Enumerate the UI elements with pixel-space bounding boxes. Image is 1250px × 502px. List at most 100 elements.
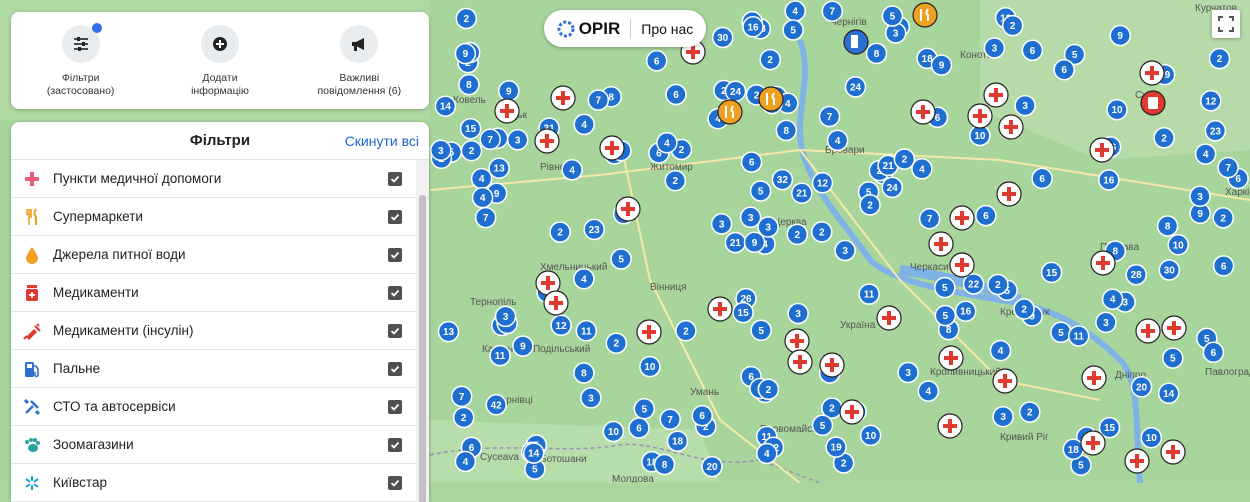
- cluster-marker[interactable]: 11: [489, 344, 511, 367]
- filter-checkbox[interactable]: [388, 361, 402, 376]
- cluster-marker[interactable]: 15: [732, 301, 754, 324]
- cluster-marker[interactable]: 15: [459, 117, 482, 140]
- cluster-marker[interactable]: 2: [1019, 401, 1041, 423]
- cluster-marker[interactable]: 5: [881, 5, 904, 27]
- cluster-marker[interactable]: 6: [628, 417, 650, 439]
- scrollbar-thumb[interactable]: [419, 195, 426, 502]
- cluster-marker[interactable]: 7: [1217, 156, 1239, 179]
- medical-pin[interactable]: [992, 368, 1018, 394]
- cluster-marker[interactable]: 3: [506, 129, 529, 151]
- cluster-marker[interactable]: 9: [454, 42, 477, 65]
- cluster-marker[interactable]: 20: [1130, 376, 1153, 398]
- cluster-marker[interactable]: 5: [1050, 321, 1072, 344]
- filter-checkbox[interactable]: [388, 437, 402, 452]
- cluster-marker[interactable]: 14: [434, 95, 457, 117]
- cluster-marker[interactable]: 21: [791, 182, 813, 204]
- cluster-marker[interactable]: 6: [645, 50, 668, 72]
- cluster-marker[interactable]: 5: [633, 398, 656, 420]
- filter-row[interactable]: Джерела питної води: [11, 236, 416, 274]
- cluster-marker[interactable]: 2: [1001, 14, 1024, 37]
- supermarket-pin[interactable]: [758, 86, 784, 112]
- medical-pin[interactable]: [1089, 137, 1115, 163]
- medical-pin[interactable]: [1139, 60, 1165, 86]
- medical-pin[interactable]: [1160, 439, 1186, 465]
- cluster-marker[interactable]: 24: [724, 80, 747, 103]
- filter-checkbox[interactable]: [388, 209, 402, 224]
- cluster-marker[interactable]: 8: [653, 453, 676, 476]
- cluster-marker[interactable]: 23: [583, 218, 605, 241]
- medical-pin[interactable]: [599, 135, 625, 161]
- cluster-marker[interactable]: 24: [881, 176, 903, 199]
- cluster-marker[interactable]: 10: [1140, 426, 1163, 449]
- cluster-marker[interactable]: 2: [675, 320, 697, 342]
- cluster-marker[interactable]: 3: [1095, 311, 1117, 334]
- medical-pin[interactable]: [1124, 448, 1150, 474]
- cluster-marker[interactable]: 2: [455, 7, 478, 30]
- filter-checkbox[interactable]: [388, 171, 402, 186]
- cluster-marker[interactable]: 2: [759, 48, 781, 71]
- cluster-marker[interactable]: 6: [1053, 58, 1075, 81]
- cluster-marker[interactable]: 30: [1158, 259, 1181, 281]
- cluster-marker[interactable]: 11: [1067, 325, 1090, 347]
- cluster-marker[interactable]: 5: [934, 276, 956, 299]
- cluster-marker[interactable]: 10: [1106, 98, 1128, 121]
- cluster-marker[interactable]: 42: [485, 394, 507, 416]
- cluster-marker[interactable]: 6: [1021, 39, 1044, 62]
- filters-action[interactable]: Фільтри (застосовано): [21, 12, 141, 98]
- filters-scrollbar[interactable]: [416, 160, 429, 502]
- messages-button[interactable]: [340, 25, 379, 63]
- messages-action[interactable]: Важливі повідомлення (6): [299, 12, 419, 98]
- medical-pin[interactable]: [1080, 430, 1106, 456]
- cluster-marker[interactable]: 11: [858, 283, 880, 305]
- cluster-marker[interactable]: 14: [1157, 382, 1180, 405]
- cluster-marker[interactable]: 12: [811, 172, 834, 194]
- cluster-marker[interactable]: 2: [460, 139, 483, 162]
- supermarket-pin[interactable]: [717, 99, 743, 125]
- filter-checkbox[interactable]: [388, 285, 402, 300]
- cluster-marker[interactable]: 2: [893, 148, 916, 170]
- cluster-marker[interactable]: 4: [989, 339, 1012, 362]
- cluster-marker[interactable]: 21: [724, 231, 747, 254]
- add-info-action[interactable]: Додати інформацію: [160, 12, 280, 98]
- cluster-marker[interactable]: 3: [834, 239, 856, 262]
- cluster-marker[interactable]: 4: [454, 450, 477, 473]
- medical-pin[interactable]: [787, 349, 813, 375]
- cluster-marker[interactable]: 4: [826, 129, 849, 152]
- cluster-marker[interactable]: 2: [1212, 207, 1234, 229]
- cluster-marker[interactable]: 6: [1212, 255, 1235, 277]
- cluster-marker[interactable]: 7: [918, 207, 941, 230]
- brand-logo[interactable]: OPIR: [557, 19, 620, 39]
- cluster-marker[interactable]: 3: [983, 37, 1006, 59]
- cluster-marker[interactable]: 5: [1162, 347, 1184, 369]
- cluster-marker[interactable]: 2: [1153, 127, 1175, 149]
- cluster-marker[interactable]: 14: [522, 442, 545, 464]
- medical-pin[interactable]: [543, 290, 569, 316]
- cluster-marker[interactable]: 2: [859, 194, 881, 216]
- medicine-pin[interactable]: [1140, 90, 1166, 116]
- cluster-marker[interactable]: 10: [859, 424, 882, 447]
- cluster-marker[interactable]: 4: [656, 132, 678, 154]
- cluster-marker[interactable]: 5: [750, 319, 772, 342]
- cluster-marker[interactable]: 5: [749, 180, 772, 202]
- cluster-marker[interactable]: 3: [580, 387, 602, 409]
- fuel-pin[interactable]: [843, 29, 869, 55]
- cluster-marker[interactable]: 10: [1167, 234, 1189, 256]
- medical-pin[interactable]: [819, 352, 845, 378]
- filter-row[interactable]: Медикаменти: [11, 274, 416, 312]
- filter-row[interactable]: Медикаменти (інсулін): [11, 312, 416, 350]
- cluster-marker[interactable]: 19: [825, 436, 847, 458]
- cluster-marker[interactable]: 7: [818, 105, 841, 128]
- cluster-marker[interactable]: 2: [664, 169, 687, 192]
- cluster-marker[interactable]: 3: [494, 305, 517, 328]
- cluster-marker[interactable]: 11: [575, 320, 598, 342]
- filter-row[interactable]: Пункти медичної допомоги: [11, 160, 416, 198]
- cluster-marker[interactable]: 2: [605, 332, 628, 354]
- medical-pin[interactable]: [996, 181, 1022, 207]
- reset-all-button[interactable]: Скинути всі: [345, 133, 419, 149]
- cluster-marker[interactable]: 4: [470, 167, 493, 190]
- fullscreen-button[interactable]: [1212, 10, 1240, 38]
- medical-pin[interactable]: [949, 252, 975, 278]
- cluster-marker[interactable]: 12: [550, 314, 572, 337]
- cluster-marker[interactable]: 8: [865, 42, 888, 65]
- cluster-marker[interactable]: 6: [1202, 341, 1225, 364]
